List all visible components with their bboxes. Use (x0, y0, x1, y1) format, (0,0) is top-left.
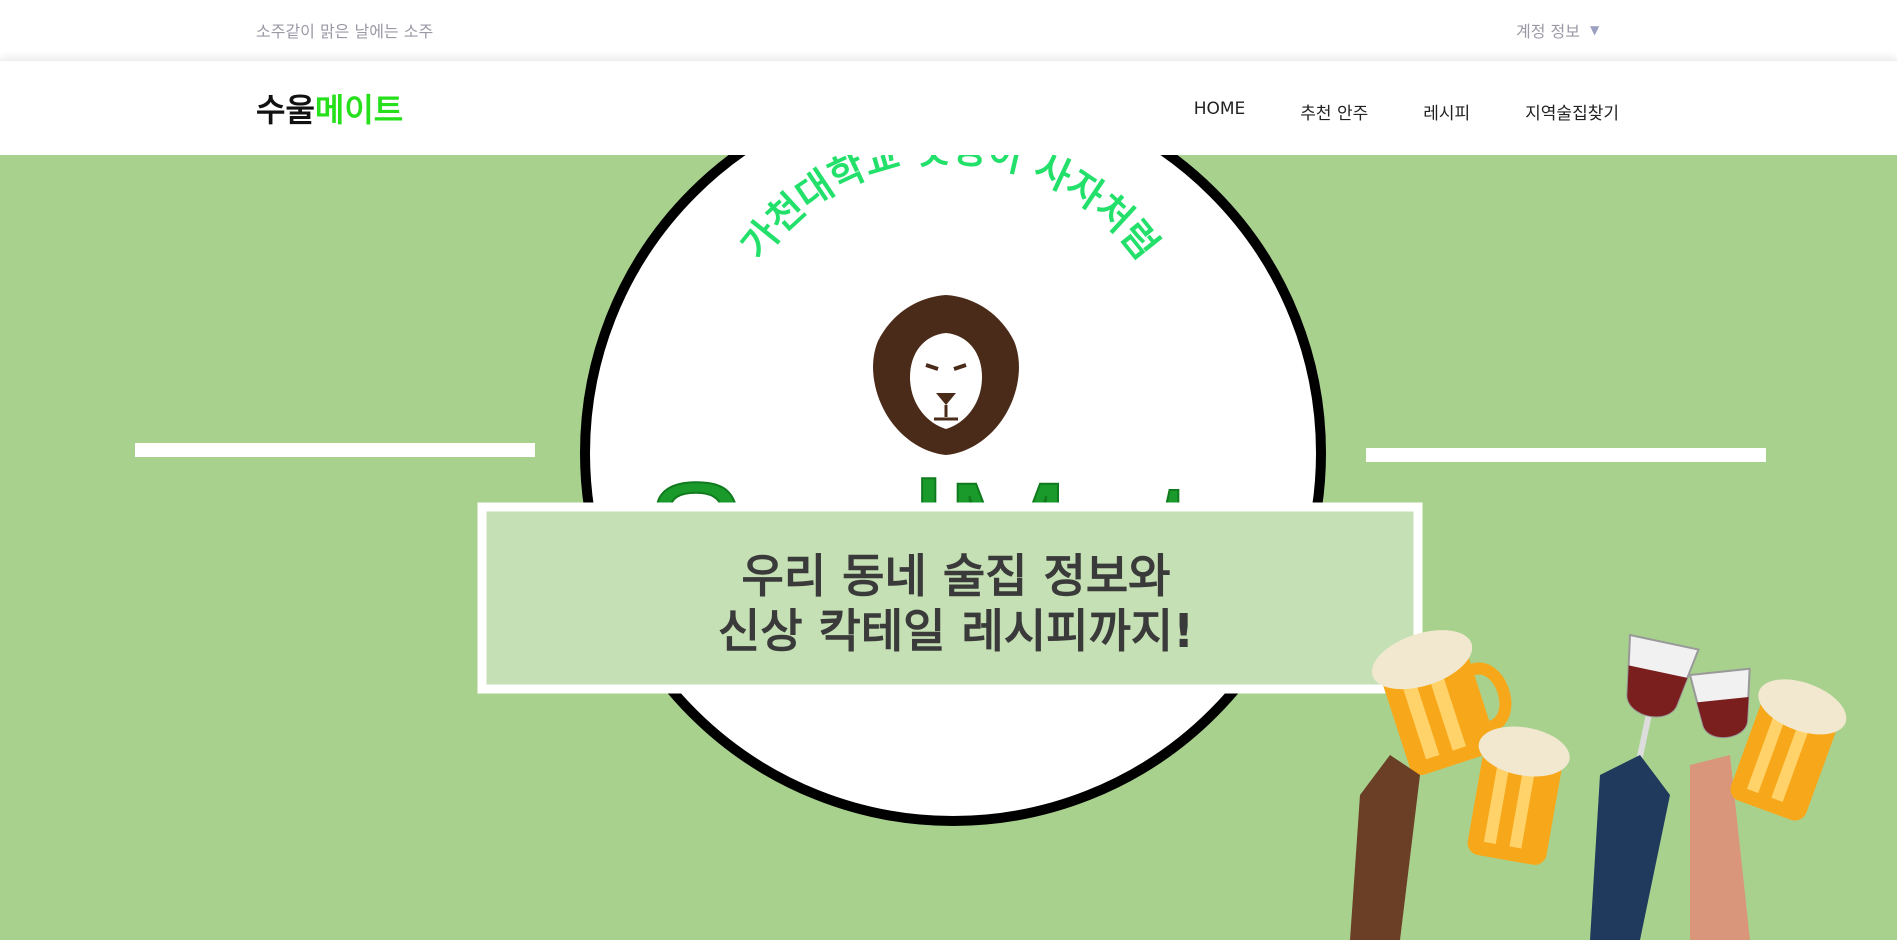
nav-item-recommended-snacks[interactable]: 추천 안주 (1300, 99, 1368, 124)
arm-shape (1350, 755, 1420, 940)
logo-text-part1: 수울 (256, 91, 315, 129)
tagline: 소주같이 맑은 날에는 소주 (256, 22, 434, 41)
cheers-illustration (1350, 630, 1847, 940)
account-dropdown[interactable]: 계정 정보 ▼ (1516, 18, 1599, 42)
nav-item-home[interactable]: HOME (1194, 99, 1246, 124)
hero-illustration: 가천대학교 멋쟁이 사자처럼 SoolMate 우리 동네 술집 정보와 신상 … (135, 155, 1847, 940)
wine-glass-icon (1688, 667, 1751, 739)
nav-menu: HOME 추천 안주 레시피 지역술집찾기 (1139, 99, 1619, 124)
site-logo[interactable]: 수울메이트 (256, 85, 403, 131)
arm-shape (1590, 755, 1670, 940)
nav-item-recipes[interactable]: 레시피 (1423, 99, 1470, 124)
account-label: 계정 정보 (1516, 22, 1580, 41)
banner-line-1: 우리 동네 술집 정보와 (742, 549, 1171, 603)
left-decor-line (135, 443, 535, 457)
logo-text-part2: 메이트 (314, 91, 404, 129)
chevron-down-icon: ▼ (1589, 23, 1600, 37)
nav-item-find-bars[interactable]: 지역술집찾기 (1525, 99, 1619, 124)
banner-line-2: 신상 칵테일 레시피까지! (718, 604, 1194, 658)
right-decor-line (1366, 448, 1766, 462)
wine-glass-icon (1626, 633, 1700, 767)
hero-banner: 가천대학교 멋쟁이 사자처럼 SoolMate 우리 동네 술집 정보와 신상 … (0, 155, 1897, 940)
main-navbar: 수울메이트 HOME 추천 안주 레시피 지역술집찾기 (0, 60, 1897, 156)
top-utility-bar: 소주같이 맑은 날에는 소주 계정 정보 ▼ (0, 0, 1897, 60)
